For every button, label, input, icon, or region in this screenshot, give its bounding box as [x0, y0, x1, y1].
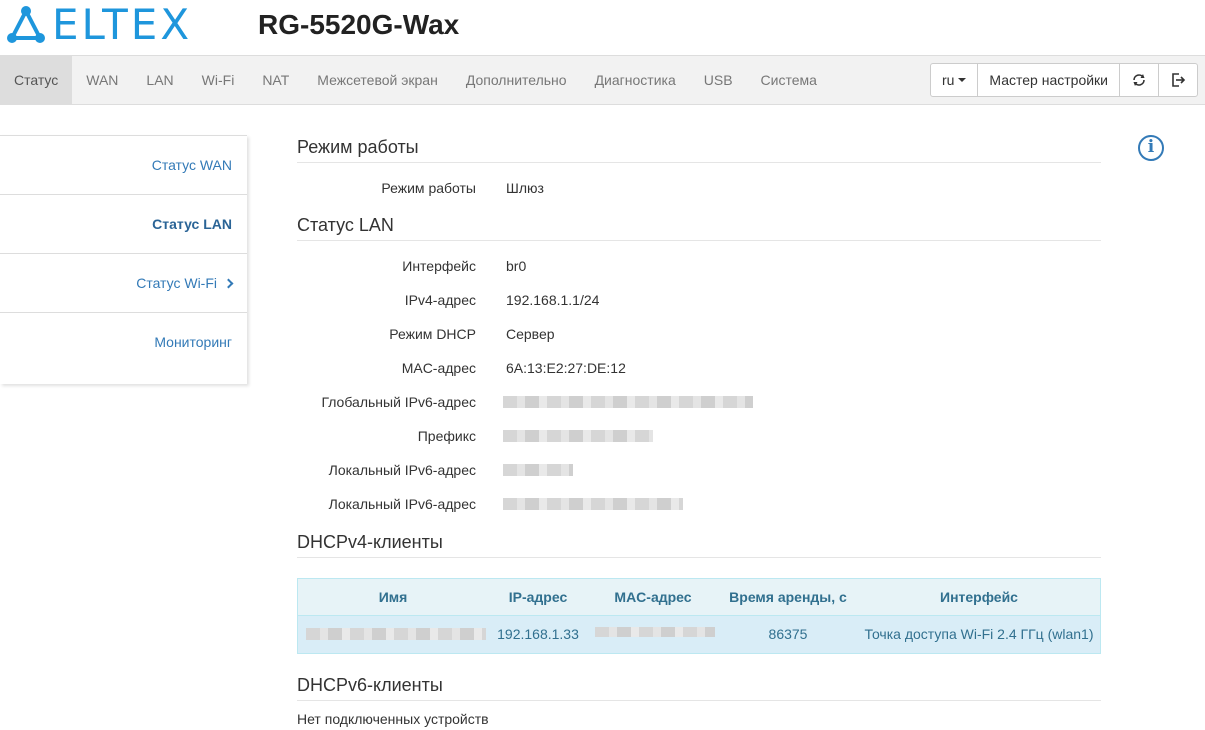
prefix-value-redacted: [503, 430, 653, 442]
refresh-icon: [1133, 74, 1145, 86]
chevron-right-icon: [223, 278, 234, 289]
client-mac-redacted: [595, 627, 715, 637]
tab-nat[interactable]: NAT: [248, 56, 303, 104]
section-title-lan: Статус LAN: [297, 213, 1101, 241]
sidebar-item-lan-status[interactable]: Статус LAN: [0, 195, 247, 254]
sidebar-item-label: Статус WAN: [151, 157, 232, 173]
logout-button[interactable]: [1159, 64, 1197, 96]
sidebar-item-wifi-status[interactable]: Статус Wi-Fi: [0, 254, 247, 313]
tab-usb[interactable]: USB: [690, 56, 747, 104]
sidebar-item-label: Мониторинг: [154, 334, 232, 350]
sidebar-item-label: Статус LAN: [152, 216, 232, 232]
tab-firewall[interactable]: Межсетевой экран: [303, 56, 452, 104]
language-label: ru: [941, 72, 955, 88]
eltex-logo: ELTEX: [6, 4, 192, 46]
mac-value: 6A:13:E2:27:DE:12: [506, 360, 626, 376]
nav-actions: ru Мастер настройки: [929, 63, 1198, 97]
sidebar-item-monitoring[interactable]: Мониторинг: [0, 313, 247, 372]
section-title-dhcpv4: DHCPv4-клиенты: [297, 530, 1101, 558]
sidebar-item-label: Статус Wi-Fi: [136, 275, 217, 291]
tab-diagnostics[interactable]: Диагностика: [581, 56, 690, 104]
tab-advanced[interactable]: Дополнительно: [452, 56, 581, 104]
mode-value: Шлюз: [506, 180, 544, 196]
sidebar-item-wan-status[interactable]: Статус WAN: [0, 136, 247, 195]
sidebar: Статус WAN Статус LAN Статус Wi-Fi Монит…: [0, 135, 247, 384]
header: ELTEX RG-5520G-Wax: [0, 0, 1205, 54]
section-title-dhcpv6: DHCPv6-клиенты: [297, 673, 1101, 701]
refresh-button[interactable]: [1120, 64, 1159, 96]
interface-label: Интерфейс: [402, 258, 476, 274]
column-header-interface[interactable]: Интерфейс: [858, 579, 1100, 615]
table-row: 192.168.1.33 86375 Точка доступа Wi-Fi 2…: [298, 616, 1100, 653]
mac-label: MAC-адрес: [401, 360, 476, 376]
client-name-redacted: [306, 628, 486, 640]
ipv4-label: IPv4-адрес: [404, 292, 476, 308]
caret-down-icon: [958, 78, 967, 82]
cell-mac: [588, 616, 718, 653]
tab-wan[interactable]: WAN: [72, 56, 132, 104]
device-title: RG-5520G-Wax: [258, 9, 460, 40]
logo-text: ELTEX: [52, 0, 193, 49]
column-header-mac[interactable]: MAC-адрес: [588, 579, 718, 615]
dhcp-mode-label: Режим DHCP: [389, 326, 476, 342]
local-ipv6-label-2: Локальный IPv6-адрес: [328, 496, 476, 512]
table-header: Имя IP-адрес MAC-адрес Время аренды, с И…: [298, 579, 1100, 616]
language-dropdown[interactable]: ru: [931, 64, 979, 96]
section-title-mode: Режим работы: [297, 135, 1101, 163]
column-header-ip[interactable]: IP-адрес: [488, 579, 588, 615]
ipv4-value: 192.168.1.1/24: [506, 292, 600, 308]
wizard-button[interactable]: Мастер настройки: [978, 64, 1120, 96]
column-header-lease[interactable]: Время аренды, с: [718, 579, 858, 615]
cell-interface: Точка доступа Wi-Fi 2.4 ГГц (wlan1): [864, 626, 1094, 642]
local-ipv6-label: Локальный IPv6-адрес: [328, 462, 476, 478]
tab-status[interactable]: Статус: [0, 56, 73, 104]
tab-system[interactable]: Система: [747, 56, 831, 104]
local-ipv6-value-2-redacted: [503, 498, 683, 510]
prefix-label: Префикс: [417, 428, 476, 444]
tab-lan[interactable]: LAN: [132, 56, 187, 104]
logout-icon: [1172, 73, 1186, 87]
global-ipv6-label: Глобальный IPv6-адрес: [321, 394, 476, 410]
eltex-logo-icon: [7, 6, 45, 43]
cell-name: [298, 616, 488, 653]
top-navbar: Статус WAN LAN Wi-Fi NAT Межсетевой экра…: [0, 55, 1205, 105]
tab-wifi[interactable]: Wi-Fi: [188, 56, 249, 104]
no-devices-text: Нет подключенных устройств: [297, 711, 489, 727]
nav-tabs: Статус WAN LAN Wi-Fi NAT Межсетевой экра…: [0, 56, 831, 104]
global-ipv6-value-redacted: [503, 396, 753, 408]
dhcpv4-table: Имя IP-адрес MAC-адрес Время аренды, с И…: [297, 578, 1101, 654]
local-ipv6-value-redacted: [503, 464, 573, 476]
cell-ip: 192.168.1.33: [497, 626, 579, 642]
column-header-name[interactable]: Имя: [298, 579, 488, 615]
info-icon[interactable]: i: [1138, 135, 1164, 161]
cell-lease: 86375: [768, 626, 808, 642]
interface-value: br0: [506, 258, 527, 274]
mode-label: Режим работы: [381, 180, 476, 196]
dhcp-mode-value: Сервер: [506, 326, 555, 342]
